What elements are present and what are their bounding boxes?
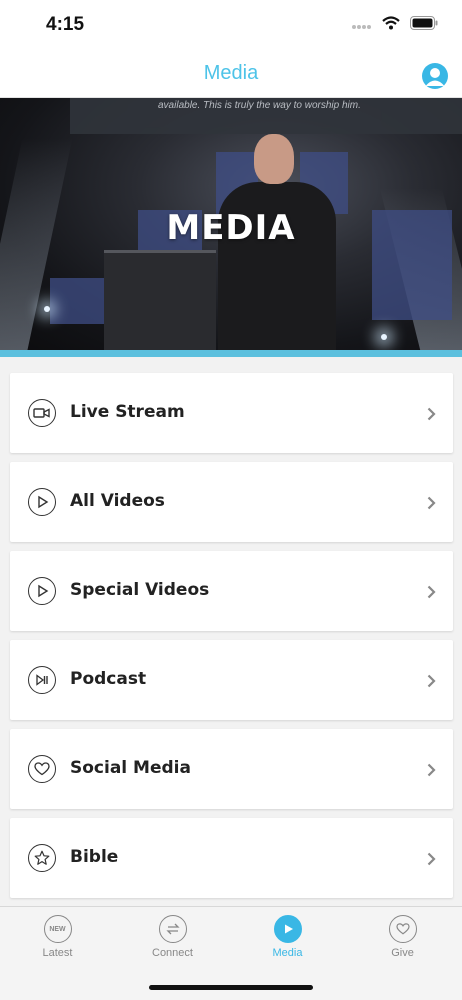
menu-item-all-videos[interactable]: All Videos	[10, 462, 453, 542]
heart-icon	[28, 755, 56, 783]
play-pause-icon	[28, 666, 56, 694]
tab-label: Give	[391, 947, 414, 959]
menu-item-live-stream[interactable]: Live Stream	[10, 373, 453, 453]
tab-label: Media	[272, 947, 303, 959]
video-camera-icon	[28, 399, 56, 427]
battery-icon	[410, 16, 438, 30]
status-icons	[352, 16, 438, 30]
stage-panel	[50, 278, 108, 324]
new-badge-icon: NEW	[43, 915, 72, 943]
tab-give[interactable]: Give	[345, 915, 460, 959]
profile-button[interactable]	[422, 63, 448, 89]
swap-arrows-icon	[158, 915, 187, 943]
stage-screen-text: available. This is truly the way to wors…	[158, 100, 361, 111]
wifi-icon	[382, 16, 400, 30]
chevron-right-icon	[427, 852, 436, 866]
stage-light	[381, 334, 387, 340]
chevron-right-icon	[427, 585, 436, 599]
menu-item-label: Bible	[70, 847, 119, 867]
menu-item-special-videos[interactable]: Special Videos	[10, 551, 453, 631]
hero-title: MEDIA	[166, 208, 296, 248]
stage-light	[44, 306, 50, 312]
nav-bar: Media	[0, 50, 462, 98]
tab-latest[interactable]: NEW Latest	[0, 915, 115, 959]
menu-item-label: Social Media	[70, 758, 191, 778]
play-icon	[273, 915, 302, 943]
accent-bar	[0, 350, 462, 357]
speaker-head	[254, 134, 294, 184]
chevron-right-icon	[427, 496, 436, 510]
tab-connect[interactable]: Connect	[115, 915, 230, 959]
user-icon	[425, 68, 445, 86]
star-icon	[28, 844, 56, 872]
menu-item-podcast[interactable]: Podcast	[10, 640, 453, 720]
chevron-right-icon	[427, 674, 436, 688]
home-indicator[interactable]	[149, 985, 313, 990]
menu-item-social-media[interactable]: Social Media	[10, 729, 453, 809]
menu-item-bible[interactable]: Bible	[10, 818, 453, 898]
hero-banner: available. This is truly the way to wors…	[0, 98, 462, 350]
status-time: 4:15	[46, 14, 85, 35]
play-icon	[28, 577, 56, 605]
menu-item-label: Podcast	[70, 669, 147, 689]
heart-icon	[388, 915, 417, 943]
chevron-right-icon	[427, 763, 436, 777]
tab-media[interactable]: Media	[230, 915, 345, 959]
menu-item-label: Live Stream	[70, 402, 185, 422]
tab-label: Latest	[42, 947, 73, 959]
stage-screen: available. This is truly the way to wors…	[70, 98, 462, 134]
tab-label: Connect	[152, 947, 193, 959]
play-icon	[28, 488, 56, 516]
podium	[104, 250, 216, 350]
new-badge-text: NEW	[49, 925, 66, 933]
menu-item-label: All Videos	[70, 491, 165, 511]
page-title: Media	[203, 62, 259, 84]
chevron-right-icon	[427, 407, 436, 421]
status-bar: 4:15	[0, 0, 462, 50]
menu-item-label: Special Videos	[70, 580, 210, 600]
cellular-signal-icon	[352, 25, 371, 29]
